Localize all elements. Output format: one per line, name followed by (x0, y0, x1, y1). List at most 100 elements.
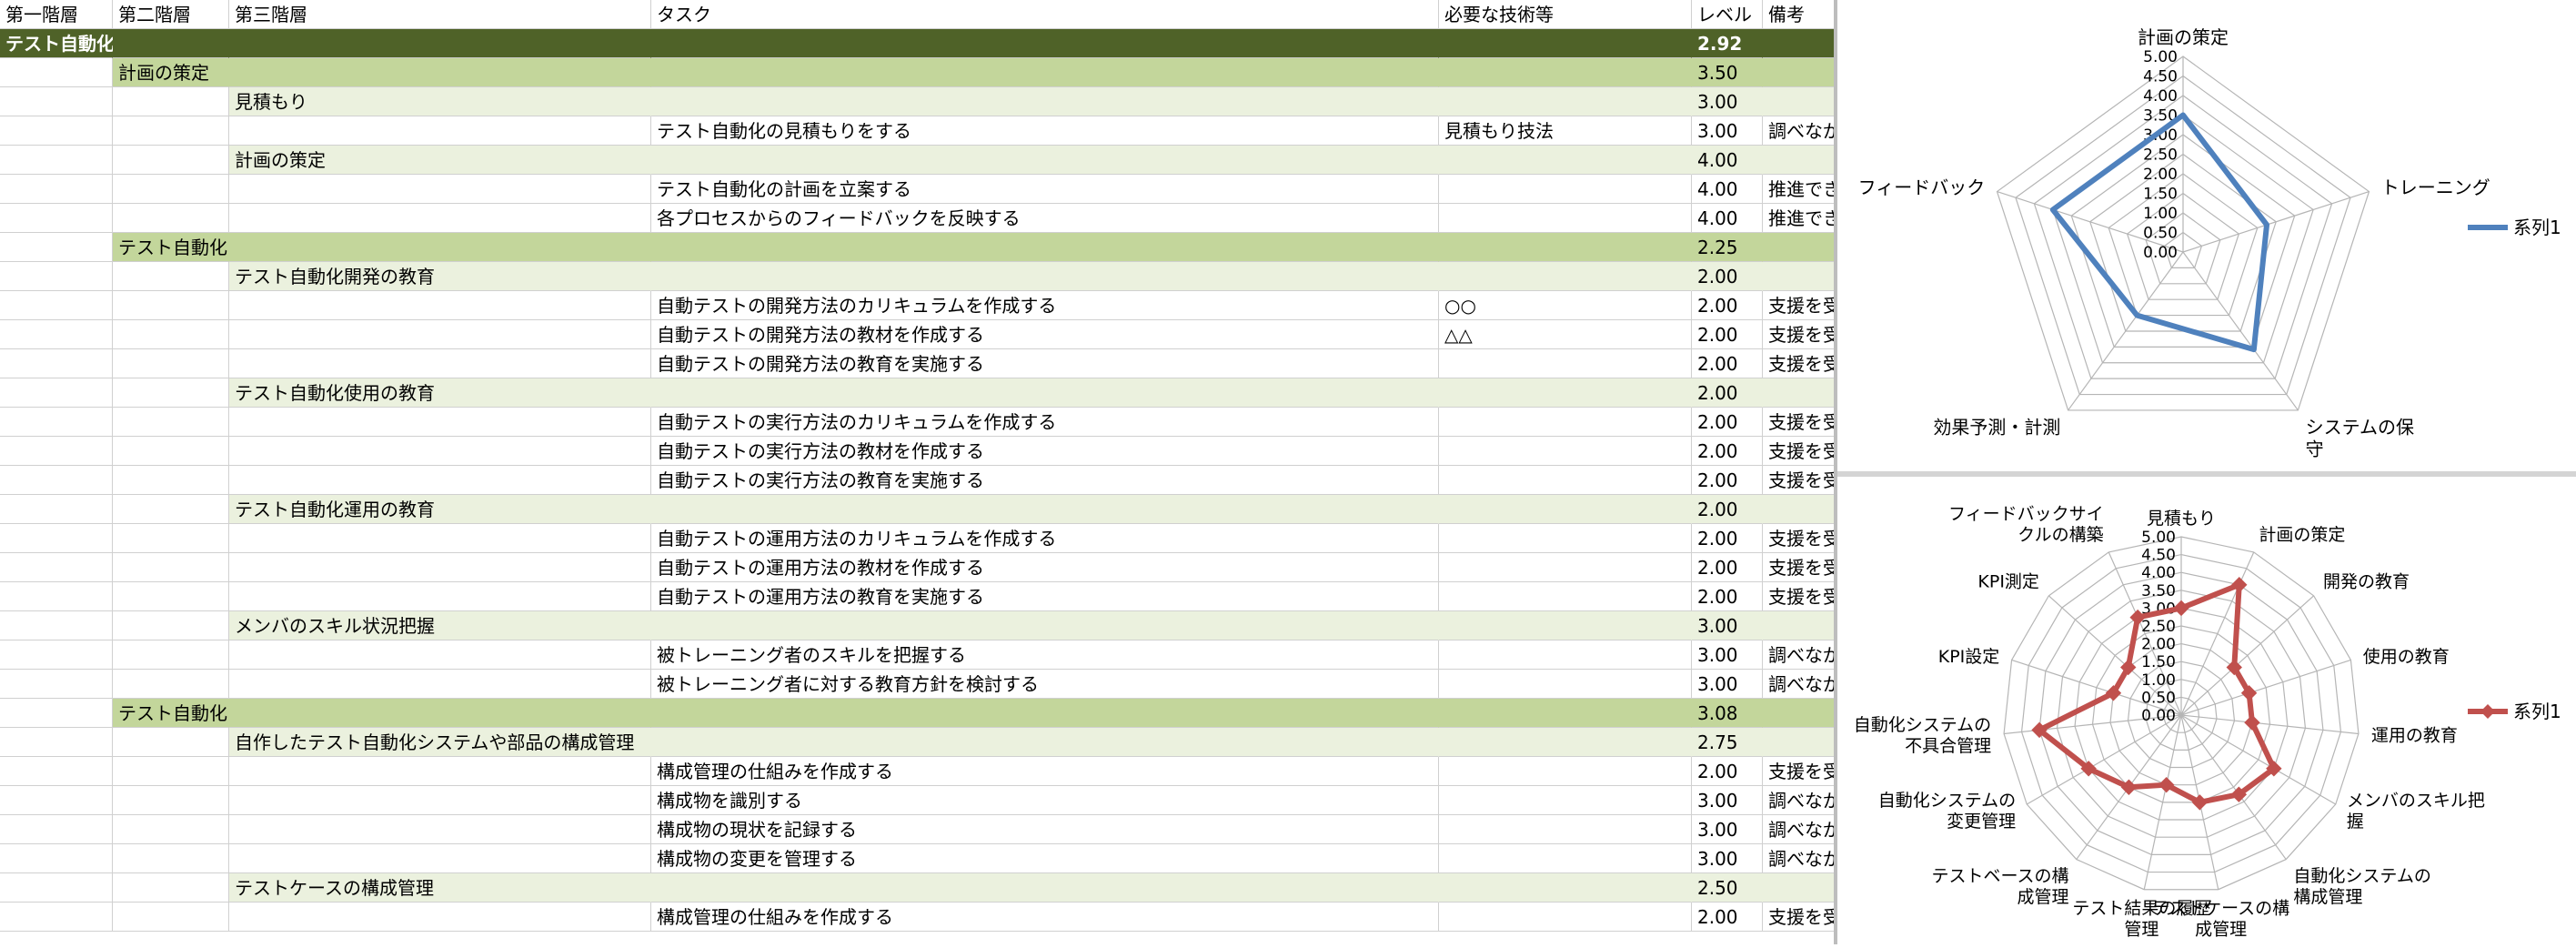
column-header[interactable]: タスク (651, 0, 1439, 29)
cell[interactable] (0, 146, 113, 175)
radar-chart-detail[interactable]: 0.00 0.50 1.00 1.50 2.00 2.50 3.00 3.50 4.00 4.50… (1837, 477, 2576, 944)
cell[interactable] (0, 116, 113, 146)
cell[interactable] (229, 408, 651, 437)
task-cell[interactable]: 自動テストの実行方法のカリキュラムを作成する (651, 408, 1439, 437)
cell[interactable] (1763, 728, 1834, 757)
cell[interactable] (1439, 262, 1692, 291)
level-value-cell[interactable]: 4.00 (1692, 204, 1763, 233)
skill-cell[interactable]: ○○ (1439, 291, 1692, 320)
cell[interactable] (229, 29, 651, 58)
cell[interactable] (1439, 495, 1692, 524)
cell[interactable] (0, 495, 113, 524)
cell[interactable] (113, 349, 229, 378)
note-cell[interactable]: 支援を受け (1763, 903, 1834, 932)
skill-cell[interactable] (1439, 408, 1692, 437)
cell[interactable] (0, 844, 113, 873)
column-header[interactable]: 第一階層 (0, 0, 113, 29)
note-cell[interactable]: 調べながら (1763, 670, 1834, 699)
cell[interactable] (0, 553, 113, 582)
cell[interactable] (0, 437, 113, 466)
skill-cell[interactable] (1439, 349, 1692, 378)
cell[interactable] (113, 320, 229, 349)
skill-cell[interactable] (1439, 757, 1692, 786)
cell[interactable] (113, 437, 229, 466)
cell[interactable] (1439, 146, 1692, 175)
cell[interactable] (229, 349, 651, 378)
cell[interactable] (0, 466, 113, 495)
cell[interactable] (113, 553, 229, 582)
task-cell[interactable]: 構成管理の仕組みを作成する (651, 903, 1439, 932)
cell[interactable] (651, 58, 1439, 87)
task-cell[interactable]: 自動テストの実行方法の教材を作成する (651, 437, 1439, 466)
cell[interactable] (651, 29, 1439, 58)
cell[interactable] (1439, 728, 1692, 757)
task-cell[interactable]: 被トレーニング者のスキルを把握する (651, 640, 1439, 670)
level-value-cell[interactable]: 2.75 (1692, 728, 1763, 757)
cell[interactable] (229, 437, 651, 466)
level-value-cell[interactable]: 2.00 (1692, 582, 1763, 611)
subgroup-title-cell[interactable]: 見積もり (229, 87, 651, 116)
cell[interactable] (229, 204, 651, 233)
cell[interactable] (113, 786, 229, 815)
level-value-cell[interactable]: 2.00 (1692, 262, 1763, 291)
category-title-cell[interactable]: テスト自動化システム関連の管理 (0, 29, 277, 58)
task-cell[interactable]: 構成物の変更を管理する (651, 844, 1439, 873)
cell[interactable] (113, 640, 229, 670)
task-cell[interactable]: 自動テストの運用方法の教材を作成する (651, 553, 1439, 582)
cell[interactable] (1763, 233, 1834, 262)
cell[interactable] (0, 291, 113, 320)
cell[interactable] (0, 408, 113, 437)
spreadsheet[interactable]: 第一階層第二階層第三階層タスク必要な技術等レベル備考テスト自動化システム関連の管… (0, 0, 1834, 944)
task-cell[interactable]: 自動テストの実行方法の教育を実施する (651, 466, 1439, 495)
skill-cell[interactable] (1439, 175, 1692, 204)
cell[interactable] (0, 378, 113, 408)
cell[interactable] (113, 29, 229, 58)
cell[interactable] (229, 640, 651, 670)
task-cell[interactable]: テスト自動化の見積もりをする (651, 116, 1439, 146)
cell[interactable] (0, 903, 113, 932)
level-value-cell[interactable]: 2.00 (1692, 408, 1763, 437)
cell[interactable] (1439, 233, 1692, 262)
cell[interactable] (0, 786, 113, 815)
cell[interactable] (0, 349, 113, 378)
note-cell[interactable]: 調べながら (1763, 844, 1834, 873)
level-value-cell[interactable]: 3.00 (1692, 786, 1763, 815)
level-value-cell[interactable]: 2.50 (1692, 873, 1763, 903)
subgroup-title-cell[interactable]: テスト自動化開発の教育 (229, 262, 651, 291)
skill-cell[interactable] (1439, 466, 1692, 495)
radar-chart-category[interactable]: 0.00 0.50 1.00 1.50 2.00 2.50 3.00 3.50 4.00 4.50… (1837, 0, 2576, 471)
cell[interactable] (113, 116, 229, 146)
cell[interactable] (0, 233, 113, 262)
task-cell[interactable]: 自動テストの開発方法の教材を作成する (651, 320, 1439, 349)
cell[interactable] (1763, 262, 1834, 291)
cell[interactable] (113, 291, 229, 320)
cell[interactable] (1763, 699, 1834, 728)
task-cell[interactable]: 構成物を識別する (651, 786, 1439, 815)
note-cell[interactable]: 調べながら (1763, 116, 1834, 146)
level-value-cell[interactable]: 2.00 (1692, 903, 1763, 932)
cell[interactable] (651, 495, 1439, 524)
cell[interactable] (1439, 873, 1692, 903)
cell[interactable] (0, 320, 113, 349)
cell[interactable] (229, 553, 651, 582)
cell[interactable] (113, 815, 229, 844)
cell[interactable] (651, 728, 1439, 757)
level-value-cell[interactable]: 2.00 (1692, 320, 1763, 349)
level-value-cell[interactable]: 3.00 (1692, 844, 1763, 873)
cell[interactable] (651, 146, 1439, 175)
level-value-cell[interactable]: 3.08 (1692, 699, 1763, 728)
cell[interactable] (229, 58, 651, 87)
note-cell[interactable]: 支援を受け (1763, 582, 1834, 611)
skill-cell[interactable] (1439, 670, 1692, 699)
note-cell[interactable]: 支援を受け (1763, 553, 1834, 582)
cell[interactable] (229, 116, 651, 146)
level-value-cell[interactable]: 3.00 (1692, 611, 1763, 640)
task-cell[interactable]: 自動テストの運用方法のカリキュラムを作成する (651, 524, 1439, 553)
cell[interactable] (229, 670, 651, 699)
cell[interactable] (113, 146, 229, 175)
note-cell[interactable]: 推進できる (1763, 204, 1834, 233)
level-value-cell[interactable]: 3.00 (1692, 116, 1763, 146)
cell[interactable] (0, 640, 113, 670)
cell[interactable] (113, 670, 229, 699)
cell[interactable] (651, 378, 1439, 408)
